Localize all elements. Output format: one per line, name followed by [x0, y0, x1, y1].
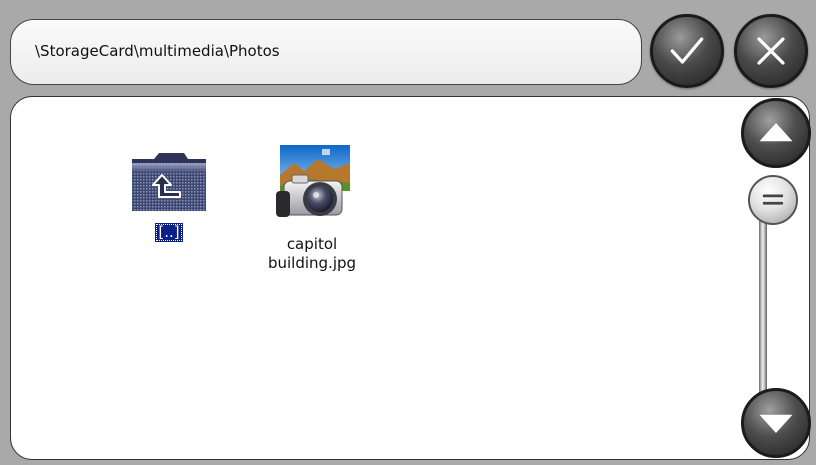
scroll-down-button[interactable] — [741, 388, 811, 458]
checkmark-icon — [670, 37, 704, 64]
file-label: [..] — [155, 223, 183, 242]
file-label: capitol building.jpg — [267, 235, 357, 272]
current-path: \StorageCard\multimedia\Photos — [35, 42, 280, 60]
file-list-panel: [..] capitol building.jpg — [10, 96, 810, 460]
parent-folder-icon — [132, 153, 206, 211]
photo-camera-icon — [276, 145, 350, 217]
file-item-capitol-building[interactable]: capitol building.jpg — [242, 141, 382, 273]
scroll-up-button[interactable] — [741, 98, 811, 168]
file-item-parent[interactable]: [..] — [99, 149, 239, 242]
arrow-down-icon — [759, 414, 793, 434]
scroll-thumb[interactable] — [748, 175, 798, 225]
ok-button[interactable] — [650, 14, 724, 88]
arrow-up-icon — [759, 122, 793, 142]
close-icon — [757, 37, 785, 65]
path-bar: \StorageCard\multimedia\Photos — [10, 19, 642, 85]
scroll-thumb-grip-icon — [762, 194, 784, 205]
cancel-button[interactable] — [734, 14, 808, 88]
